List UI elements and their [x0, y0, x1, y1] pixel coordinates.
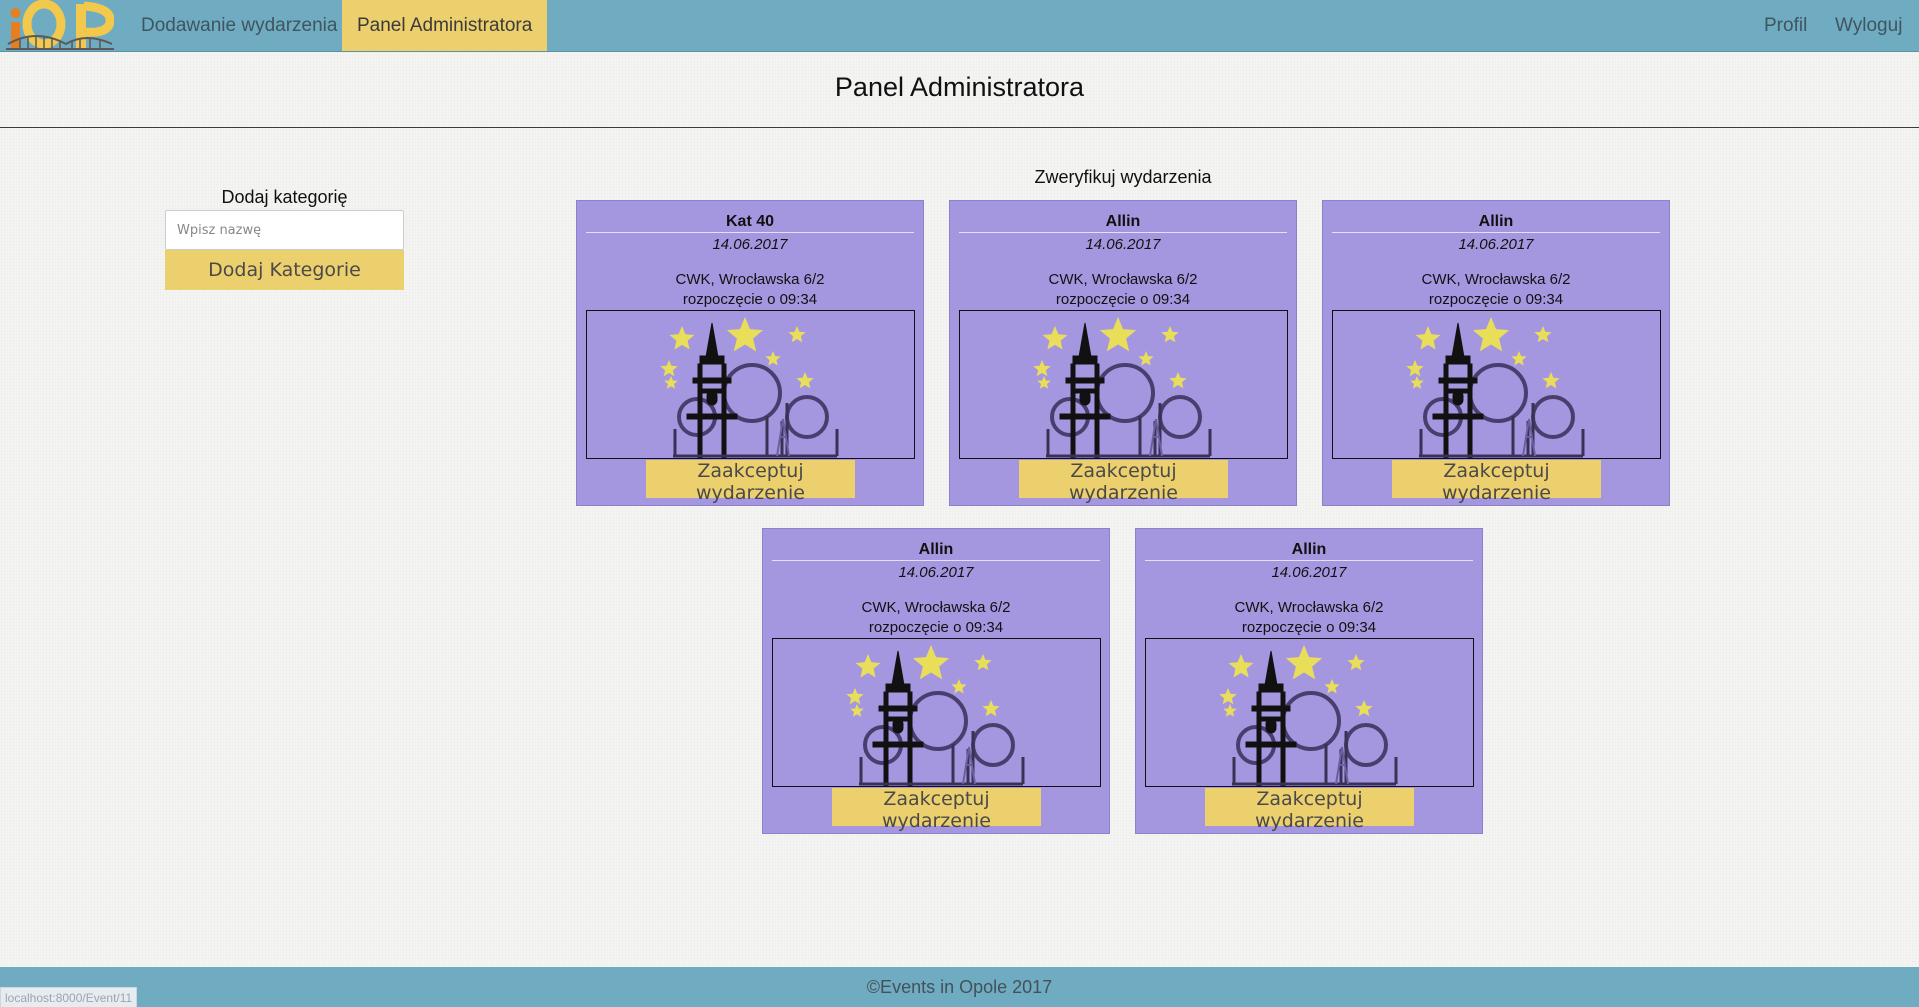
event-date: 14.06.2017: [898, 564, 974, 581]
event-divider: [1332, 232, 1660, 233]
event-start-time: rozpoczęcie o 09:34: [1055, 291, 1191, 308]
event-card: Allin 14.06.2017 CWK, Wrocławska 6/2 roz…: [1322, 200, 1670, 506]
nav-profile[interactable]: Profil: [1749, 0, 1822, 51]
event-card: Allin 14.06.2017 CWK, Wrocławska 6/2 roz…: [1135, 528, 1483, 834]
event-start-time: rozpoczęcie o 09:34: [868, 619, 1004, 636]
event-image: [772, 638, 1101, 787]
event-name: Allin: [1105, 213, 1141, 230]
page-title: Panel Administratora: [834, 72, 1085, 102]
add-category-title: Dodaj kategorię: [221, 187, 348, 207]
event-date: 14.06.2017: [1085, 236, 1161, 253]
accept-event-button[interactable]: Zaakceptuj wydarzenie: [646, 460, 855, 504]
event-place: CWK, Wrocławska 6/2: [675, 271, 825, 288]
accept-event-button[interactable]: Zaakceptuj wydarzenie: [832, 788, 1041, 832]
app-logo[interactable]: [6, 0, 115, 51]
event-name: Kat 40: [725, 213, 775, 230]
category-name-input[interactable]: [165, 210, 404, 250]
event-place: CWK, Wrocławska 6/2: [1234, 599, 1384, 616]
event-divider: [772, 560, 1100, 561]
event-image: [586, 310, 915, 459]
event-place: CWK, Wrocławska 6/2: [861, 599, 1011, 616]
event-date: 14.06.2017: [1271, 564, 1347, 581]
add-category-button[interactable]: Dodaj Kategorie: [165, 250, 404, 290]
top-navbar: Dodawanie wydarzenia Panel Administrator…: [0, 0, 1919, 52]
header-divider: [0, 127, 1919, 128]
accept-event-button[interactable]: Zaakceptuj wydarzenie: [1019, 460, 1228, 504]
event-name: Allin: [918, 541, 954, 558]
footer: ©Events in Opole 2017: [0, 967, 1919, 1007]
status-bar-url: localhost:8000/Event/11: [0, 987, 138, 1007]
event-name: Allin: [1478, 213, 1514, 230]
footer-copyright: ©Events in Opole 2017: [866, 977, 1053, 997]
event-image: [1145, 638, 1474, 787]
event-image: [959, 310, 1288, 459]
event-date: 14.06.2017: [712, 236, 788, 253]
event-place: CWK, Wrocławska 6/2: [1421, 271, 1571, 288]
accept-event-button[interactable]: Zaakceptuj wydarzenie: [1205, 788, 1414, 832]
event-date: 14.06.2017: [1458, 236, 1534, 253]
event-card: Kat 40 14.06.2017 CWK, Wrocławska 6/2 ro…: [576, 200, 924, 506]
event-name: Allin: [1291, 541, 1327, 558]
event-divider: [1145, 560, 1473, 561]
event-card: Allin 14.06.2017 CWK, Wrocławska 6/2 roz…: [762, 528, 1110, 834]
nav-admin-panel[interactable]: Panel Administratora: [342, 0, 548, 51]
accept-event-button[interactable]: Zaakceptuj wydarzenie: [1392, 460, 1601, 504]
event-place: CWK, Wrocławska 6/2: [1048, 271, 1198, 288]
event-divider: [586, 232, 914, 233]
event-start-time: rozpoczęcie o 09:34: [682, 291, 818, 308]
event-image: [1332, 310, 1661, 459]
verify-events-title: Zweryfikuj wydarzenia: [1034, 167, 1212, 187]
event-divider: [959, 232, 1287, 233]
nav-logout[interactable]: Wyloguj: [1820, 0, 1917, 51]
event-card: Allin 14.06.2017 CWK, Wrocławska 6/2 roz…: [949, 200, 1297, 506]
event-start-time: rozpoczęcie o 09:34: [1428, 291, 1564, 308]
nav-add-event[interactable]: Dodawanie wydarzenia: [126, 0, 352, 51]
event-start-time: rozpoczęcie o 09:34: [1241, 619, 1377, 636]
